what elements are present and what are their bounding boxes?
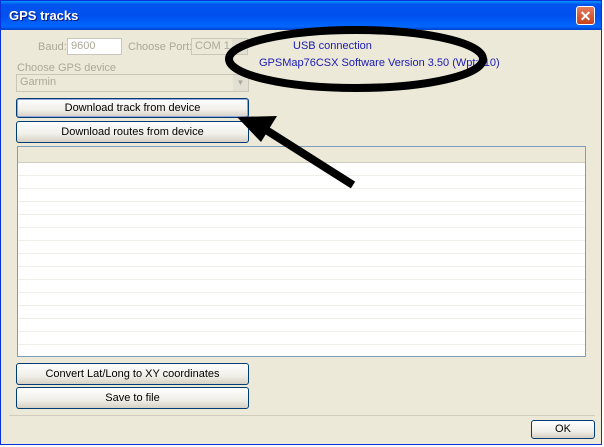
title-bar: GPS tracks ✕ bbox=[1, 1, 601, 30]
device-select-value: Garmin bbox=[20, 76, 57, 88]
list-item[interactable] bbox=[18, 202, 585, 215]
connection-status: USB connection bbox=[293, 40, 372, 52]
list-item[interactable] bbox=[18, 345, 585, 356]
list-item[interactable] bbox=[18, 189, 585, 202]
port-select[interactable]: COM 1 ▼ bbox=[191, 38, 248, 55]
list-item[interactable] bbox=[18, 228, 585, 241]
download-track-button[interactable]: Download track from device bbox=[16, 98, 249, 118]
list-item[interactable] bbox=[18, 241, 585, 254]
baud-label: Baud: bbox=[38, 41, 67, 53]
chevron-down-icon[interactable]: ▼ bbox=[232, 39, 247, 54]
device-label: Choose GPS device bbox=[17, 62, 117, 74]
close-icon[interactable]: ✕ bbox=[576, 6, 595, 25]
list-item[interactable] bbox=[18, 280, 585, 293]
device-info: GPSMap76CSX Software Version 3.50 (Wpt:1… bbox=[259, 57, 500, 69]
list-item[interactable] bbox=[18, 306, 585, 319]
baud-field[interactable]: 9600 bbox=[67, 38, 122, 55]
list-item[interactable] bbox=[18, 163, 585, 176]
save-to-file-button[interactable]: Save to file bbox=[16, 387, 249, 409]
convert-coordinates-button[interactable]: Convert Lat/Long to XY coordinates bbox=[16, 363, 249, 385]
port-select-value: COM 1 bbox=[195, 40, 230, 52]
list-item[interactable] bbox=[18, 332, 585, 345]
list-item[interactable] bbox=[18, 267, 585, 280]
list-rows bbox=[18, 163, 585, 356]
list-item[interactable] bbox=[18, 254, 585, 267]
gps-tracks-window: GPS tracks ✕ Baud: 9600 Choose Port: COM… bbox=[0, 0, 602, 445]
tracks-list[interactable] bbox=[17, 146, 586, 357]
ok-button[interactable]: OK bbox=[531, 420, 595, 439]
list-item[interactable] bbox=[18, 319, 585, 332]
port-label: Choose Port: bbox=[128, 41, 193, 53]
device-select[interactable]: Garmin ▼ bbox=[16, 74, 249, 92]
list-item[interactable] bbox=[18, 215, 585, 228]
chevron-down-icon[interactable]: ▼ bbox=[233, 75, 248, 91]
list-item[interactable] bbox=[18, 293, 585, 306]
list-item[interactable] bbox=[18, 176, 585, 189]
download-routes-button[interactable]: Download routes from device bbox=[16, 121, 249, 143]
divider bbox=[9, 415, 595, 416]
window-title: GPS tracks bbox=[9, 8, 79, 23]
list-header bbox=[18, 147, 585, 163]
